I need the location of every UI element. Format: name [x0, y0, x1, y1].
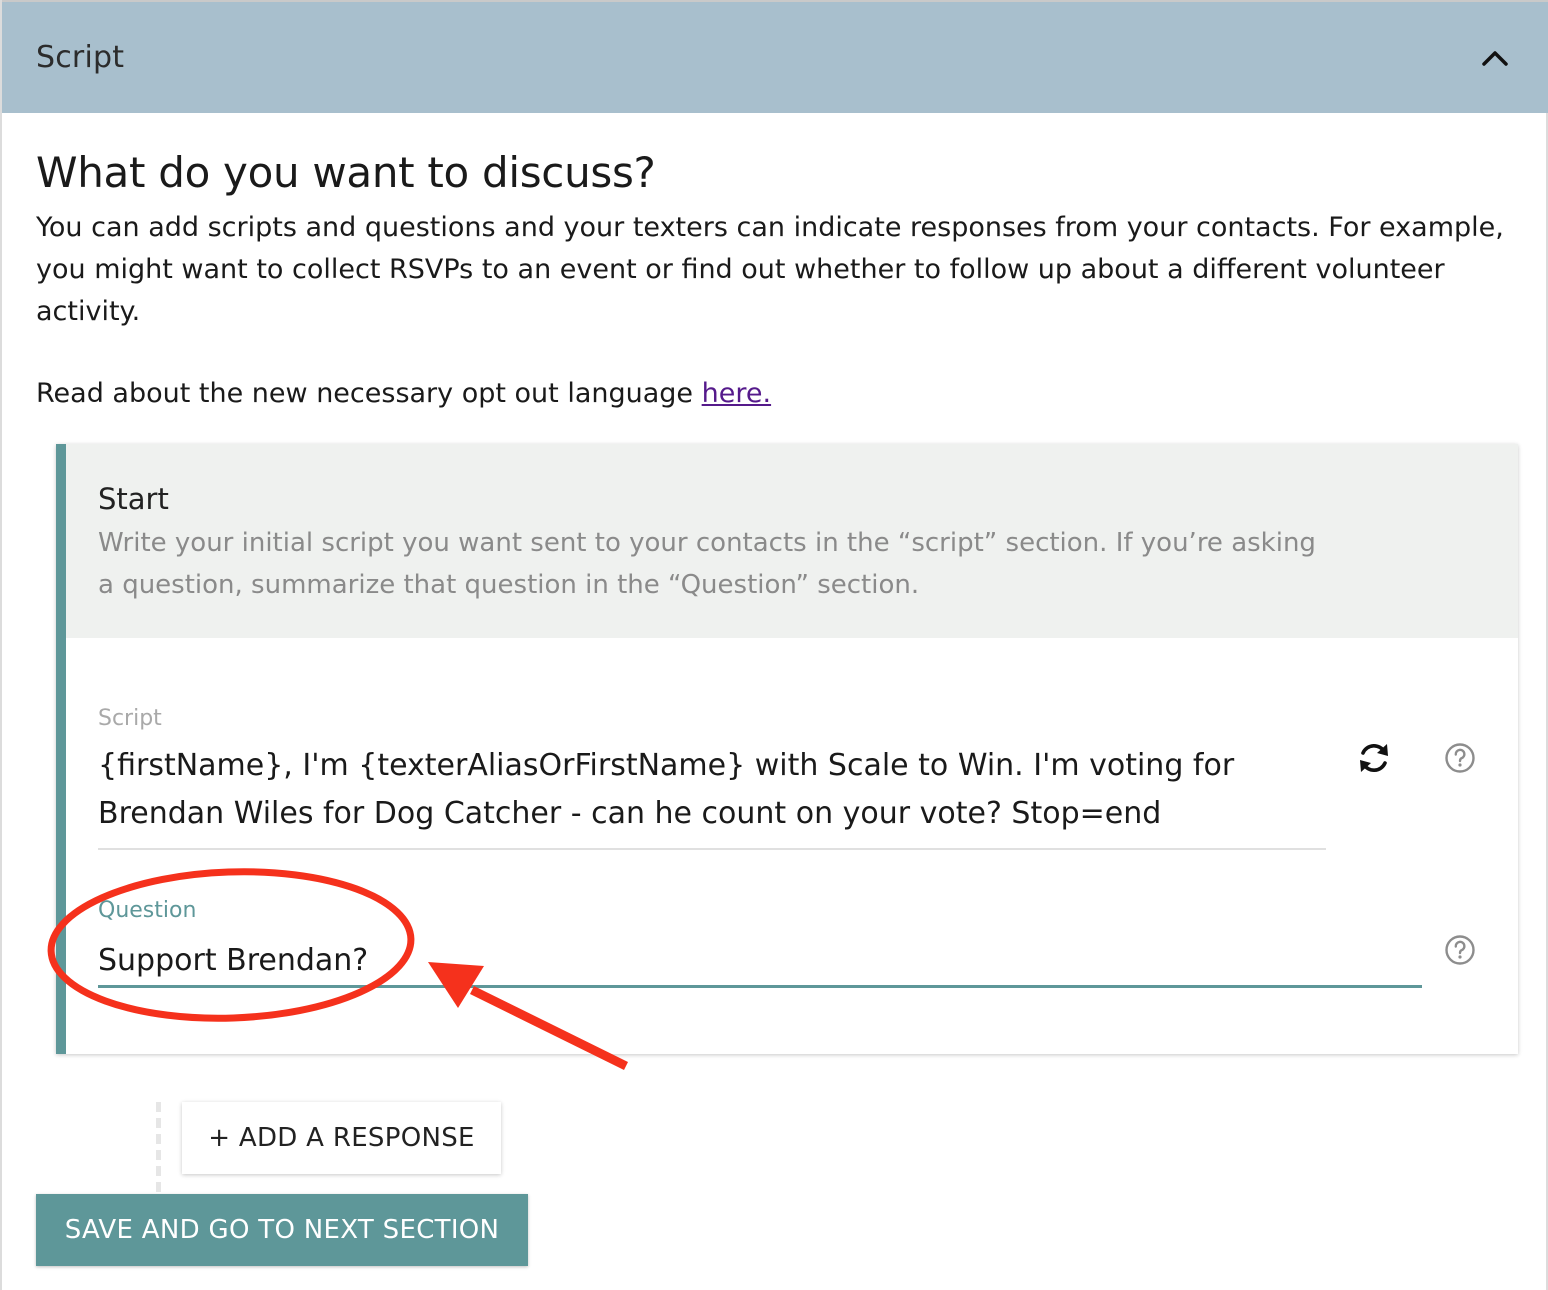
optout-link[interactable]: here. — [702, 378, 771, 409]
card-subtitle: Write your initial script you want sent … — [98, 528, 1316, 600]
card-header: Start Write your initial script you want… — [66, 444, 1518, 638]
refresh-icon[interactable] — [1354, 738, 1394, 778]
page-heading: What do you want to discuss? — [36, 148, 656, 197]
optout-notice: Read about the new necessary opt out lan… — [36, 373, 771, 415]
section-title: Script — [36, 40, 125, 75]
script-card: Start Write your initial script you want… — [56, 444, 1518, 1054]
script-textarea[interactable]: {firstName}, I'm {texterAliasOrFirstName… — [98, 742, 1326, 850]
response-connector — [156, 1102, 161, 1192]
help-circle-icon[interactable] — [1444, 742, 1476, 774]
page: Script What do you want to discuss? You … — [0, 0, 1548, 1290]
chevron-up-icon[interactable] — [1480, 43, 1510, 73]
question-field-label: Question — [98, 898, 197, 923]
add-response-button[interactable]: + ADD A RESPONSE — [182, 1102, 501, 1174]
optout-text: Read about the new necessary opt out lan… — [36, 378, 702, 409]
script-field-label: Script — [98, 706, 162, 731]
intro-description: You can add scripts and questions and yo… — [36, 212, 1504, 327]
card-title: Start — [98, 482, 169, 516]
section-header[interactable]: Script — [2, 0, 1548, 113]
help-circle-icon[interactable] — [1444, 934, 1476, 966]
save-next-section-button[interactable]: SAVE AND GO TO NEXT SECTION — [36, 1194, 528, 1266]
question-input[interactable]: Support Brendan? — [98, 938, 1422, 988]
